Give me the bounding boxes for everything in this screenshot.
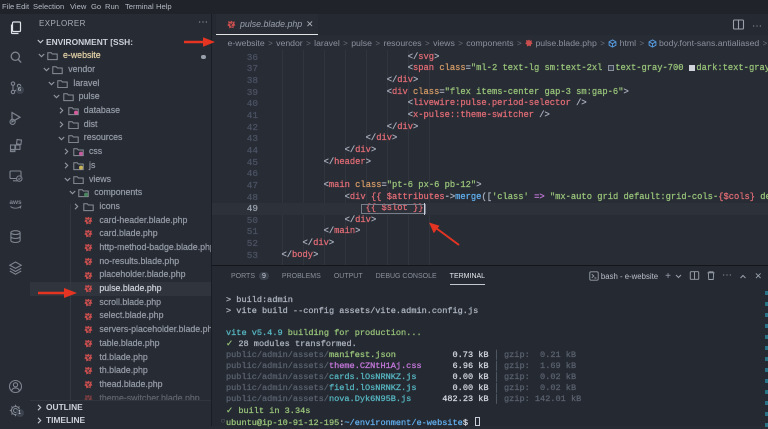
svg-text:aws: aws bbox=[9, 199, 22, 206]
